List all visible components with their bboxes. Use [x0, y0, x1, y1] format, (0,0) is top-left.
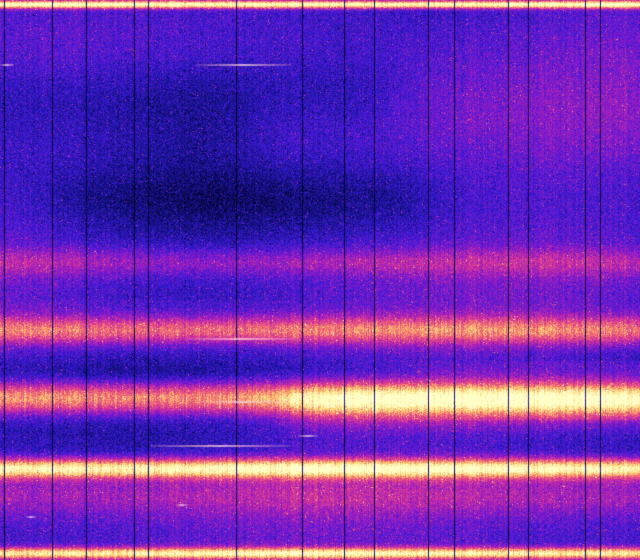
spectrogram-view [0, 0, 640, 560]
spectrogram-image [0, 0, 640, 560]
